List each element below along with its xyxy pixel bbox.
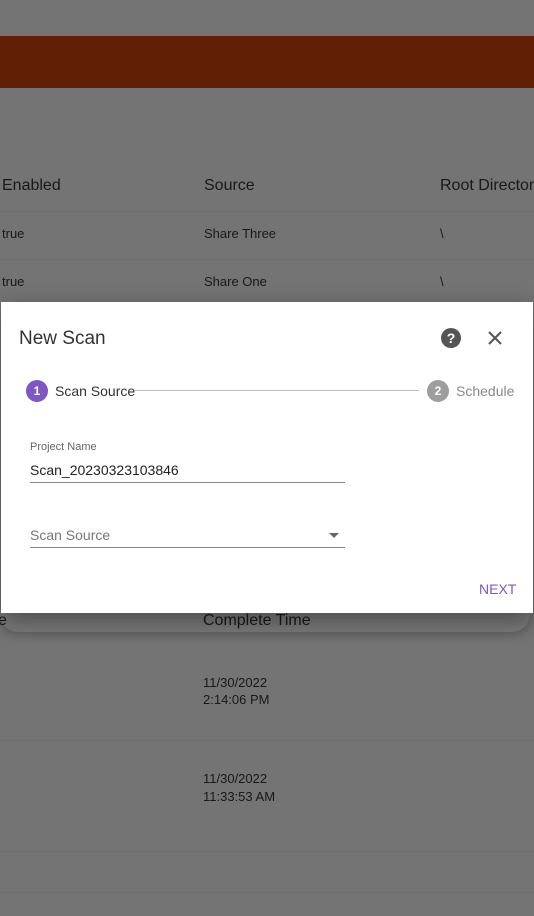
scan-source-underline bbox=[30, 547, 345, 548]
close-icon[interactable] bbox=[485, 328, 505, 348]
scan-source-placeholder: Scan Source bbox=[30, 527, 111, 543]
project-name-label: Project Name bbox=[30, 441, 97, 453]
project-name-underline bbox=[30, 482, 345, 483]
step-number-1: 1 bbox=[26, 380, 48, 402]
help-icon[interactable]: ? bbox=[441, 328, 461, 348]
project-name-input[interactable]: Scan_20230323103846 bbox=[30, 462, 179, 478]
new-scan-dialog: New Scan ? 1 Scan Source 2 Schedule Proj… bbox=[1, 302, 533, 613]
step-label-scan-source: Scan Source bbox=[55, 383, 136, 399]
stepper-connector bbox=[135, 390, 419, 391]
dialog-title: New Scan bbox=[19, 328, 106, 349]
step-label-schedule: Schedule bbox=[456, 383, 515, 399]
dropdown-caret-icon bbox=[329, 533, 339, 538]
next-button[interactable]: NEXT bbox=[479, 581, 516, 597]
step-number-2: 2 bbox=[427, 380, 449, 402]
